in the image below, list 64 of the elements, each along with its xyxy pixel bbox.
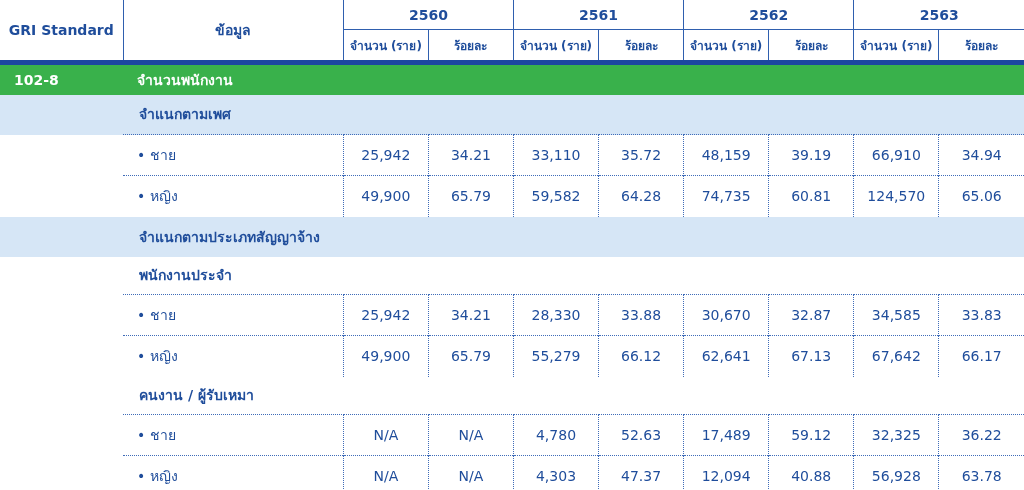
table-cell: 30,670: [683, 294, 769, 336]
group-heading: จำแนกตามประเภทสัญญาจ้าง: [123, 216, 1024, 257]
group-heading: คนงาน / ผู้รับเหมา: [123, 376, 1024, 415]
table-cell: 28,330: [513, 294, 599, 336]
table-cell: 25,942: [343, 134, 429, 176]
table-cell: 12,094: [683, 455, 769, 490]
table-cell: 49,900: [343, 175, 429, 217]
table-cell: 74,735: [683, 175, 769, 217]
table-cell: 65.06: [938, 175, 1024, 217]
table-cell: 66,910: [853, 134, 939, 176]
group-heading: พนักงานประจำ: [123, 256, 1024, 295]
table-cell: 25,942: [343, 294, 429, 336]
year-header: 2561: [513, 0, 684, 30]
table-cell: 40.88: [768, 455, 854, 490]
table-cell: 66.12: [598, 335, 684, 377]
table-cell: 34,585: [853, 294, 939, 336]
row-label: • ชาย: [123, 294, 344, 336]
table-cell: 59.12: [768, 414, 854, 456]
table-cell: 17,489: [683, 414, 769, 456]
year-header: 2562: [683, 0, 854, 30]
table-cell: 33,110: [513, 134, 599, 176]
table-cell: 33.83: [938, 294, 1024, 336]
table-cell: 67,642: [853, 335, 939, 377]
table-cell: 39.19: [768, 134, 854, 176]
year-header: 2560: [343, 0, 514, 30]
table-cell: N/A: [428, 455, 514, 490]
table-cell: 35.72: [598, 134, 684, 176]
table-cell: 66.17: [938, 335, 1024, 377]
table-cell: 36.22: [938, 414, 1024, 456]
row-label: • หญิง: [123, 335, 344, 377]
table-cell: N/A: [343, 455, 429, 490]
table-cell: 32.87: [768, 294, 854, 336]
table-cell: 32,325: [853, 414, 939, 456]
row-label: • หญิง: [123, 455, 344, 490]
group-heading: จำแนกตามเพศ: [123, 94, 1024, 135]
table-cell: 124,570: [853, 175, 939, 217]
row-label: • ชาย: [123, 134, 344, 176]
table-cell: 49,900: [343, 335, 429, 377]
table-cell: 48,159: [683, 134, 769, 176]
table-cell: 47.37: [598, 455, 684, 490]
table-cell: 34.94: [938, 134, 1024, 176]
table-cell: 4,780: [513, 414, 599, 456]
table-cell: 65.79: [428, 175, 514, 217]
table-cell: 59,582: [513, 175, 599, 217]
table-cell: 34.21: [428, 294, 514, 336]
year-header: 2563: [853, 0, 1024, 30]
table-cell: 65.79: [428, 335, 514, 377]
table-cell: 62,641: [683, 335, 769, 377]
table-cell: 33.88: [598, 294, 684, 336]
table-cell: N/A: [428, 414, 514, 456]
table-cell: 34.21: [428, 134, 514, 176]
table-cell: 67.13: [768, 335, 854, 377]
table-cell: 55,279: [513, 335, 599, 377]
row-label: • ชาย: [123, 414, 344, 456]
table-cell: 52.63: [598, 414, 684, 456]
table-cell: 56,928: [853, 455, 939, 490]
gri-code: 102-8: [0, 62, 124, 95]
table-cell: 4,303: [513, 455, 599, 490]
table-cell: 64.28: [598, 175, 684, 217]
row-label: • หญิง: [123, 175, 344, 217]
section-title: จำนวนพนักงาน: [123, 62, 1024, 95]
table-cell: 63.78: [938, 455, 1024, 490]
table-cell: 60.81: [768, 175, 854, 217]
table-cell: N/A: [343, 414, 429, 456]
